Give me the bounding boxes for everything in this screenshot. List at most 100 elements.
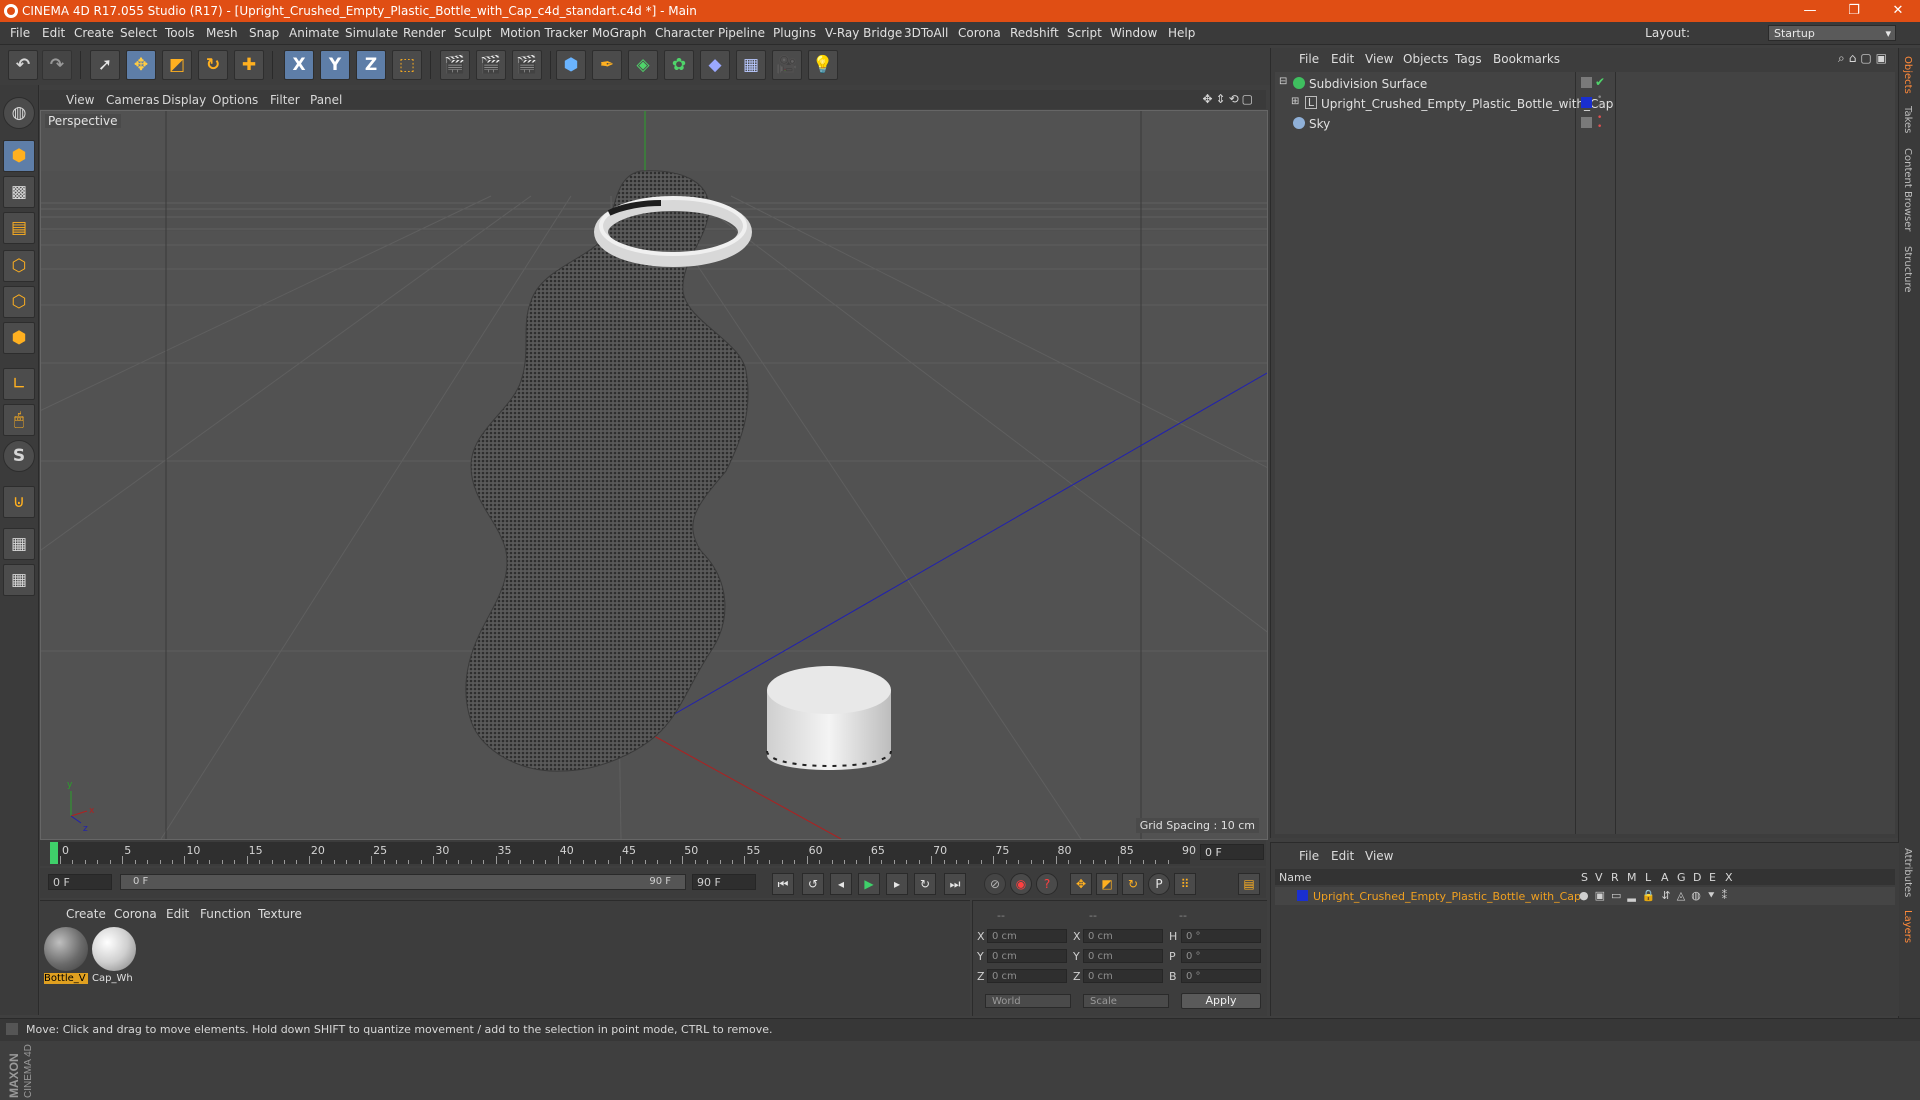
restore-button[interactable]: ❐ bbox=[1832, 0, 1876, 22]
layer-menu-file[interactable]: File bbox=[1299, 849, 1319, 863]
menu-redshift[interactable]: Redshift bbox=[1010, 26, 1059, 40]
key-pla-button[interactable]: ⠿ bbox=[1174, 873, 1196, 895]
menu-pipeline[interactable]: Pipeline bbox=[718, 26, 765, 40]
layer-toggle-icons[interactable]: ●▣▭▂🔒⇵◬◍⯆⁑ bbox=[1579, 889, 1733, 903]
obj-menu-edit[interactable]: Edit bbox=[1331, 52, 1354, 66]
object-row-bottle[interactable]: ⊞ L Upright_Crushed_Empty_Plastic_Bottle… bbox=[1275, 94, 1895, 113]
menu-script[interactable]: Script bbox=[1067, 26, 1102, 40]
render-settings-button[interactable]: 🎬 bbox=[512, 50, 542, 80]
x-axis-button[interactable]: X bbox=[284, 50, 314, 80]
visibility-dots-icon[interactable]: • • bbox=[1597, 114, 1602, 132]
tab-layers[interactable]: Layers bbox=[1902, 910, 1913, 943]
menu-render[interactable]: Render bbox=[403, 26, 446, 40]
timeline-ruler[interactable]: 0 5 10 15 20 25 30 35 40 45 50 55 60 65 70 75 80 85 90 bbox=[50, 842, 1196, 864]
tweak-mode-button[interactable]: 🖱 bbox=[3, 404, 35, 436]
axis-mode-button[interactable]: ∟ bbox=[3, 368, 35, 400]
collapse-icon[interactable]: ⊟ bbox=[1279, 76, 1287, 87]
undo-button[interactable]: ↶ bbox=[8, 50, 38, 80]
menu-edit[interactable]: Edit bbox=[42, 26, 65, 40]
keyframe-selection-button[interactable]: ? bbox=[1036, 873, 1058, 895]
size-x-field[interactable]: 0 cm bbox=[1083, 929, 1163, 943]
menu-motion-tracker[interactable]: Motion Tracker bbox=[500, 26, 588, 40]
edges-mode-button[interactable]: ⬡ bbox=[3, 286, 35, 318]
menu-snap[interactable]: Snap bbox=[249, 26, 279, 40]
render-to-picture-viewer-button[interactable]: 🎬 bbox=[476, 50, 506, 80]
redo-button[interactable]: ↷ bbox=[42, 50, 72, 80]
viewport-nav-icons[interactable]: ✥⇕⟲▢ bbox=[1202, 92, 1256, 106]
frame-range-slider[interactable]: 0 F 90 F bbox=[120, 874, 686, 890]
coordinate-system-button[interactable]: ⬚ bbox=[392, 50, 422, 80]
light-button[interactable]: 💡 bbox=[808, 50, 838, 80]
obj-menu-tags[interactable]: Tags bbox=[1455, 52, 1482, 66]
viewport-menu-options[interactable]: Options bbox=[212, 93, 258, 107]
object-row-subdivision-surface[interactable]: ⊟ Subdivision Surface ✔ bbox=[1275, 74, 1895, 93]
goto-end-button[interactable]: ⏭ bbox=[944, 873, 966, 895]
z-axis-button[interactable]: Z bbox=[356, 50, 386, 80]
y-axis-button[interactable]: Y bbox=[320, 50, 350, 80]
size-z-field[interactable]: 0 cm bbox=[1083, 969, 1163, 983]
material-bottle-label[interactable]: Bottle_V bbox=[44, 973, 88, 984]
menu-create[interactable]: Create bbox=[74, 26, 114, 40]
minimize-button[interactable]: — bbox=[1788, 0, 1832, 22]
scale-tool-button[interactable]: ◩ bbox=[162, 50, 192, 80]
material-cap-label[interactable]: Cap_Wh bbox=[92, 973, 136, 984]
menu-file[interactable]: File bbox=[10, 26, 30, 40]
layer-row[interactable]: Upright_Crushed_Empty_Plastic_Bottle_wit… bbox=[1275, 887, 1895, 905]
menu-window[interactable]: Window bbox=[1110, 26, 1157, 40]
mat-menu-create[interactable]: Create bbox=[66, 907, 106, 921]
tab-structure[interactable]: Structure bbox=[1902, 246, 1913, 293]
visibility-toggle-icon[interactable] bbox=[1581, 117, 1592, 128]
menu-select[interactable]: Select bbox=[120, 26, 157, 40]
lock-workplane-button[interactable]: ▦ bbox=[3, 528, 35, 560]
viewport-menu-display[interactable]: Display bbox=[162, 93, 206, 107]
timeline-window-button[interactable]: ▤ bbox=[1238, 873, 1260, 895]
tab-objects[interactable]: Objects bbox=[1902, 56, 1913, 94]
menu-simulate[interactable]: Simulate bbox=[345, 26, 398, 40]
apply-button[interactable]: Apply bbox=[1181, 993, 1261, 1009]
mat-menu-corona[interactable]: Corona bbox=[114, 907, 157, 921]
snap-button[interactable]: ⊍ bbox=[3, 486, 35, 518]
tab-content-browser[interactable]: Content Browser bbox=[1902, 148, 1913, 231]
object-row-sky[interactable]: Sky • • bbox=[1275, 114, 1895, 133]
menu-sculpt[interactable]: Sculpt bbox=[454, 26, 491, 40]
tab-takes[interactable]: Takes bbox=[1902, 106, 1913, 133]
live-selection-button[interactable]: ✚ bbox=[234, 50, 264, 80]
prev-key-button[interactable]: ↺ bbox=[802, 873, 824, 895]
visibility-toggle-icon[interactable] bbox=[1581, 77, 1592, 88]
spline-pen-button[interactable]: ✒ bbox=[592, 50, 622, 80]
tab-attributes[interactable]: Attributes bbox=[1902, 848, 1913, 897]
layer-color-tag[interactable] bbox=[1581, 97, 1592, 108]
rotation-h-field[interactable]: 0 ° bbox=[1181, 929, 1261, 943]
menu-tools[interactable]: Tools bbox=[165, 26, 195, 40]
cube-object-button[interactable]: ⬢ bbox=[556, 50, 586, 80]
viewport-menu-cameras[interactable]: Cameras bbox=[106, 93, 159, 107]
menu-3dtoall[interactable]: 3DToAll bbox=[904, 26, 948, 40]
key-position-button[interactable]: ✥ bbox=[1070, 873, 1092, 895]
next-key-button[interactable]: ↻ bbox=[914, 873, 936, 895]
search-home-icons[interactable]: ⌕⌂▢▣ bbox=[1838, 51, 1891, 66]
render-view-button[interactable]: 🎬 bbox=[440, 50, 470, 80]
size-mode-select[interactable]: Scale bbox=[1083, 994, 1169, 1008]
record-keys-button[interactable]: ⊘ bbox=[984, 873, 1006, 895]
mat-menu-function[interactable]: Function bbox=[200, 907, 251, 921]
position-y-field[interactable]: 0 cm bbox=[987, 949, 1067, 963]
material-bottle-swatch[interactable] bbox=[44, 927, 88, 971]
start-frame-field[interactable]: 0 F bbox=[48, 874, 112, 890]
mat-menu-edit[interactable]: Edit bbox=[166, 907, 189, 921]
menu-vray-bridge[interactable]: V-Ray Bridge bbox=[825, 26, 902, 40]
viewport-menu-filter[interactable]: Filter bbox=[270, 93, 300, 107]
rotate-tool-button[interactable]: ↻ bbox=[198, 50, 228, 80]
deformer-button[interactable]: ◆ bbox=[700, 50, 730, 80]
menu-animate[interactable]: Animate bbox=[289, 26, 339, 40]
end-frame-field[interactable]: 90 F bbox=[692, 874, 756, 890]
3d-viewport[interactable]: y x z Perspective Grid Spacing : 10 cm bbox=[40, 110, 1268, 840]
visibility-dots-icon[interactable]: • • bbox=[1597, 94, 1602, 112]
prev-frame-button[interactable]: ◂ bbox=[830, 873, 852, 895]
close-button[interactable]: ✕ bbox=[1876, 0, 1920, 22]
solo-button[interactable]: S bbox=[3, 440, 35, 472]
layer-menu-edit[interactable]: Edit bbox=[1331, 849, 1354, 863]
viewport-menu-view[interactable]: View bbox=[66, 93, 94, 107]
expand-icon[interactable]: ⊞ bbox=[1291, 96, 1299, 107]
select-tool-button[interactable]: ➚ bbox=[90, 50, 120, 80]
subdivision-surface-button[interactable]: ◈ bbox=[628, 50, 658, 80]
